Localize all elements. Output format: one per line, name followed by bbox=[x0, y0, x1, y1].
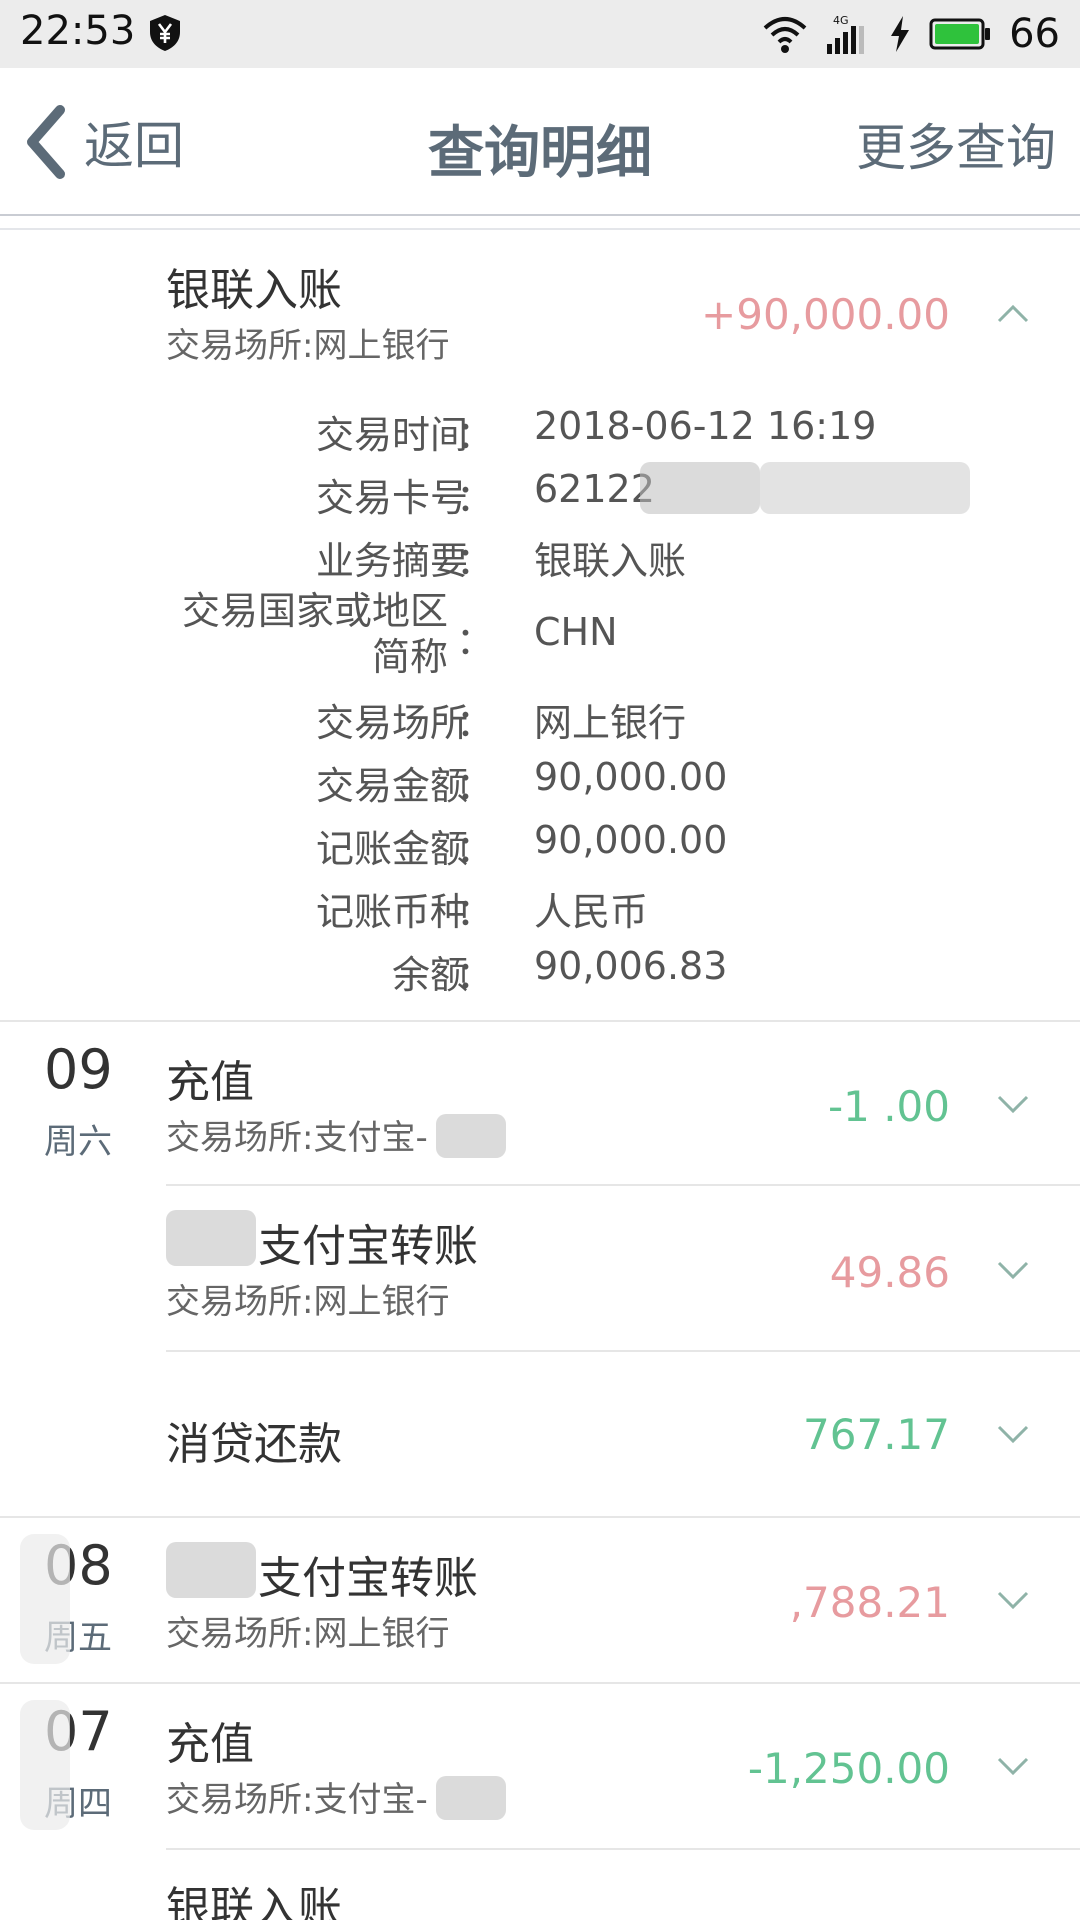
detail-colon: ： bbox=[456, 619, 495, 663]
transaction-location: 交易场所:支付宝- bbox=[166, 1780, 428, 1820]
transaction-row-expanded[interactable]: 银联入账 交易场所:网上银行 +90,000.00 交易时间 ： 2018-06… bbox=[0, 230, 1080, 1020]
signal-icon: 4G bbox=[827, 14, 865, 54]
redaction-mask bbox=[436, 1114, 506, 1158]
detail-label-location: 交易场所 bbox=[315, 701, 468, 745]
detail-colon: ： bbox=[456, 476, 495, 520]
battery-level: 66 bbox=[1009, 11, 1060, 57]
transaction-location: 交易场所:网上银行 bbox=[166, 1282, 450, 1322]
status-icons: 4G 66 bbox=[761, 10, 1060, 58]
more-query-button[interactable]: 更多查询 bbox=[856, 108, 1056, 180]
transaction-title: 消贷还款 bbox=[166, 1419, 342, 1470]
transaction-amount: ,788.21 bbox=[789, 1578, 950, 1627]
navigation-bar: 返回 查询明细 更多查询 bbox=[0, 68, 1080, 216]
chevron-down-icon[interactable] bbox=[996, 1756, 1030, 1778]
wifi-icon bbox=[763, 17, 807, 53]
transaction-row[interactable]: 支付宝转账 交易场所:网上银行 49.86 bbox=[0, 1186, 1080, 1350]
transaction-row[interactable]: 充值 交易场所:支付宝- -1,250.00 bbox=[0, 1684, 1080, 1848]
transaction-amount: +90,000.00 bbox=[701, 290, 950, 339]
status-time: 22:53 bbox=[20, 8, 136, 54]
back-button[interactable]: 返回 bbox=[22, 102, 184, 182]
detail-colon: ： bbox=[456, 953, 495, 997]
transaction-amount: -1,250.00 bbox=[747, 1744, 950, 1793]
transaction-row[interactable]: 消贷还款 767.17 bbox=[0, 1352, 1080, 1516]
detail-value-card: 62122 bbox=[534, 467, 655, 511]
back-label: 返回 bbox=[84, 117, 184, 175]
detail-colon: ： bbox=[456, 701, 495, 745]
status-bar: 22:53 4G 66 bbox=[0, 0, 1080, 68]
transaction-row[interactable]: 支付宝转账 交易场所:网上银行 ,788.21 bbox=[0, 1518, 1080, 1682]
detail-label-time: 交易时间 bbox=[315, 413, 468, 457]
detail-label-amount: 交易金额 bbox=[315, 764, 468, 808]
detail-colon: ： bbox=[456, 890, 495, 934]
detail-value-time: 2018-06-12 16:19 bbox=[534, 404, 877, 448]
transaction-title: 充值 bbox=[166, 1719, 254, 1770]
chevron-down-icon[interactable] bbox=[996, 1424, 1030, 1446]
network-type-label: 4G bbox=[833, 14, 849, 27]
detail-label-card: 交易卡号 bbox=[315, 476, 468, 520]
redaction-mask bbox=[436, 1776, 506, 1820]
detail-colon: ： bbox=[456, 413, 495, 457]
transaction-amount: 49.86 bbox=[829, 1248, 950, 1297]
transaction-title: 支付宝转账 bbox=[258, 1553, 478, 1604]
chevron-left-icon bbox=[27, 105, 65, 179]
chevron-up-icon[interactable] bbox=[996, 302, 1030, 324]
detail-label-posted-amount: 记账金额 bbox=[315, 827, 468, 871]
chevron-down-icon[interactable] bbox=[996, 1094, 1030, 1116]
redaction-mask bbox=[640, 462, 760, 514]
detail-value-currency: 人民币 bbox=[534, 890, 649, 934]
redaction-mask bbox=[760, 462, 970, 514]
transaction-amount: -1 .00 bbox=[827, 1082, 950, 1131]
transaction-location: 交易场所:网上银行 bbox=[166, 1614, 450, 1654]
detail-value-location: 网上银行 bbox=[534, 701, 687, 745]
detail-value-amount: 90,000.00 bbox=[534, 755, 728, 799]
detail-label-summary: 业务摘要 bbox=[315, 539, 468, 583]
shield-yen-icon bbox=[150, 15, 180, 51]
transaction-title: 支付宝转账 bbox=[258, 1221, 478, 1272]
transaction-amount: 767.17 bbox=[803, 1410, 950, 1459]
transaction-title: 银联入账 bbox=[166, 1883, 342, 1920]
charging-icon bbox=[891, 16, 910, 52]
battery-icon bbox=[929, 18, 991, 50]
transaction-title: 充值 bbox=[166, 1057, 254, 1108]
redaction-mask bbox=[166, 1542, 256, 1598]
detail-label-country: 交易国家或地区简称 bbox=[181, 589, 448, 679]
detail-value-posted-amount: 90,000.00 bbox=[534, 818, 728, 862]
detail-label-currency: 记账币种 bbox=[315, 890, 468, 934]
detail-value-summary: 银联入账 bbox=[534, 539, 687, 583]
transaction-location: 交易场所:支付宝- bbox=[166, 1118, 428, 1158]
transaction-row[interactable]: 充值 交易场所:支付宝- -1 .00 bbox=[0, 1022, 1080, 1184]
detail-colon: ： bbox=[456, 539, 495, 583]
detail-colon: ： bbox=[456, 827, 495, 871]
detail-value-country: CHN bbox=[534, 610, 618, 654]
transaction-location: 交易场所:网上银行 bbox=[166, 326, 450, 366]
redaction-mask bbox=[166, 1210, 256, 1266]
transaction-row[interactable]: 银联入账 bbox=[0, 1850, 1080, 1920]
detail-colon: ： bbox=[456, 764, 495, 808]
chevron-down-icon[interactable] bbox=[996, 1260, 1030, 1282]
chevron-down-icon[interactable] bbox=[996, 1590, 1030, 1612]
transaction-title: 银联入账 bbox=[166, 265, 342, 316]
detail-value-balance: 90,006.83 bbox=[534, 944, 728, 988]
